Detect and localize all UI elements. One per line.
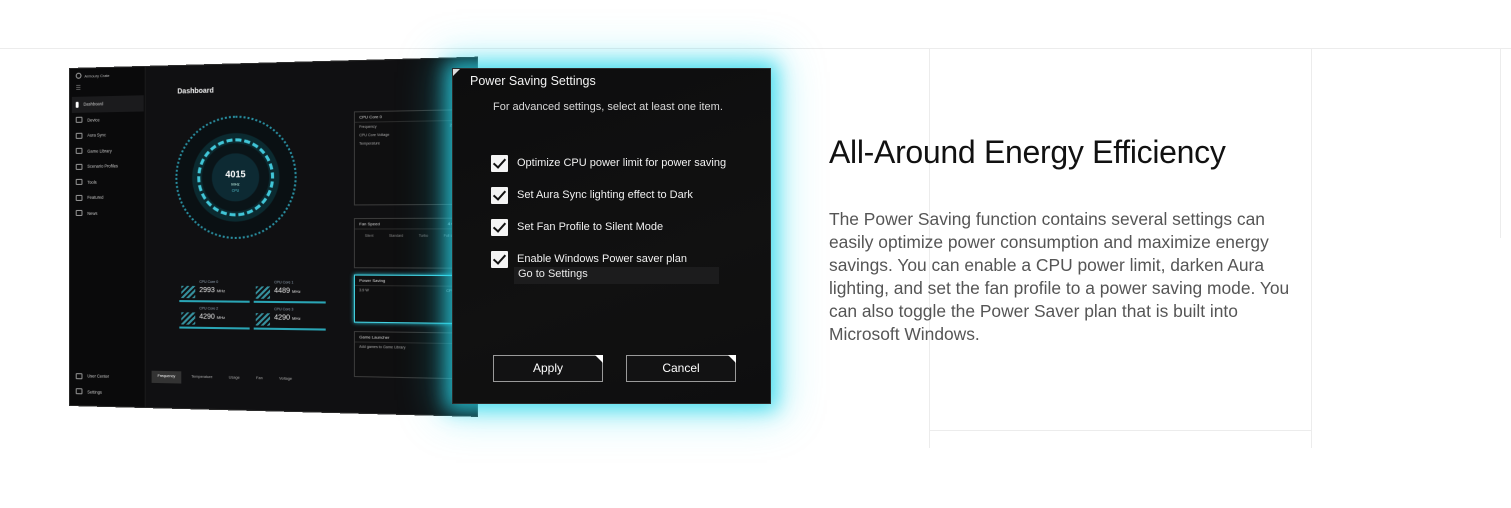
cpu-gauge-value: 4015 [225, 169, 246, 180]
fan-mode-standard[interactable]: Standard [389, 234, 403, 238]
option-label: Set Aura Sync lighting effect to Dark [517, 189, 693, 201]
core-label: CPU Core 2 [199, 306, 219, 311]
core-value: 2993 MHz [199, 286, 226, 295]
description: The Power Saving function contains sever… [829, 209, 1290, 344]
tag-icon [75, 194, 83, 201]
core-value: 4290 MHz [199, 313, 226, 321]
checkbox-checked[interactable] [491, 154, 508, 172]
option-cpu-power-limit[interactable]: Optimize CPU power limit for power savin… [491, 147, 751, 179]
cpu-gauge-unit: MHz [231, 181, 240, 187]
app-brand-name: Armoury Crate [84, 72, 110, 79]
tab-usage[interactable]: Usage [223, 372, 246, 385]
option-fan-silent[interactable]: Set Fan Profile to Silent Mode [491, 211, 751, 243]
cpu-gauge-label: CPU [231, 188, 240, 193]
option-label: Set Fan Profile to Silent Mode [517, 221, 664, 233]
fan-mode-turbo[interactable]: Turbo [419, 234, 428, 238]
fan-mode-silent[interactable]: Silent [365, 234, 374, 238]
option-label: Optimize CPU power limit for power savin… [517, 157, 727, 169]
gear-icon [75, 388, 83, 395]
sidebar-item-label: Dashboard [83, 101, 104, 107]
option-list: Optimize CPU power limit for power savin… [491, 147, 751, 275]
core-label: CPU Core 0 [199, 279, 219, 285]
core-item: CPU Core 0 2993 MHz [179, 279, 250, 303]
user-icon [75, 372, 83, 380]
sidebar-item-label: Tools [87, 179, 97, 185]
core-bars-icon [255, 313, 271, 326]
background-line [929, 430, 1311, 431]
sidebar-item-label: Game Library [87, 148, 112, 154]
hamburger-icon[interactable]: ☰ [76, 85, 81, 92]
core-item: CPU Core 2 4290 MHz [179, 306, 250, 330]
info-icon [75, 101, 79, 108]
sidebar-item-tools[interactable]: Tools [72, 174, 144, 190]
option-aura-dark[interactable]: Set Aura Sync lighting effect to Dark [491, 179, 751, 211]
core-value: 4290 MHz [274, 314, 301, 322]
sidebar-nav: Dashboard Device Aura Sync Game Library … [71, 95, 144, 221]
sidebar-item-dashboard[interactable]: Dashboard [71, 95, 144, 113]
sidebar-item-label: News [87, 210, 98, 216]
news-icon [75, 210, 83, 217]
headline: All-Around Energy Efficiency [829, 134, 1226, 170]
tab-frequency[interactable]: Frequency [151, 370, 182, 384]
checkbox-checked[interactable] [491, 218, 508, 236]
metric-tabs: Frequency Temperature Usage Fan Voltage [151, 370, 376, 388]
aura-icon [75, 132, 83, 139]
sidebar-item-label: Scenario Profiles [87, 163, 118, 170]
tools-icon [75, 179, 83, 186]
app-screenshot: Armoury Crate ☰ Dashboard Device Aura Sy… [60, 56, 480, 420]
checkbox-checked[interactable] [491, 186, 508, 204]
sidebar-item-news[interactable]: News [72, 205, 144, 221]
app-sidebar: Armoury Crate ☰ Dashboard Device Aura Sy… [69, 66, 146, 408]
app-window: Armoury Crate ☰ Dashboard Device Aura Sy… [69, 56, 478, 417]
sidebar-item-featured[interactable]: Featured [72, 189, 144, 205]
library-icon [75, 148, 83, 155]
cancel-button[interactable]: Cancel [626, 355, 736, 382]
core-item: CPU Core 1 4489 MHz [253, 280, 326, 304]
sidebar-item-label: Settings [87, 389, 102, 395]
sidebar-item-label: Featured [87, 195, 104, 201]
page-title: Dashboard [177, 87, 214, 96]
sidebar-item-label: Aura Sync [87, 132, 106, 138]
core-label: CPU Core 3 [274, 307, 294, 312]
tab-temperature[interactable]: Temperature [185, 371, 218, 384]
sidebar-item-aura-sync[interactable]: Aura Sync [72, 127, 144, 144]
tab-fan[interactable]: Fan [250, 373, 269, 386]
profiles-icon [75, 163, 83, 170]
sidebar-item-device[interactable]: Device [72, 111, 144, 128]
sidebar-item-scenario-profiles[interactable]: Scenario Profiles [72, 158, 144, 174]
sidebar-item-label: User Center [87, 373, 110, 380]
checkbox-checked[interactable] [491, 250, 508, 268]
sidebar-item-game-library[interactable]: Game Library [72, 142, 144, 159]
sidebar-bottom: User Center Settings [72, 368, 144, 401]
background-line [1311, 48, 1312, 448]
background-line [0, 48, 1511, 49]
logo-icon [75, 72, 82, 79]
sidebar-item-label: Device [87, 117, 100, 123]
tab-voltage[interactable]: Voltage [273, 373, 298, 386]
app-brand: Armoury Crate [75, 72, 110, 79]
device-icon [75, 116, 83, 124]
apply-button[interactable]: Apply [493, 355, 603, 382]
dialog-title: Power Saving Settings [470, 74, 596, 88]
power-saving-dialog: Power Saving Settings For advanced setti… [452, 68, 771, 404]
go-to-settings-link[interactable]: Go to Settings [514, 267, 719, 284]
core-bars-icon [181, 312, 196, 325]
core-bars-icon [181, 285, 196, 299]
core-list: CPU Core 0 2993 MHz CPU Core 1 4489 MHz … [179, 279, 332, 331]
sidebar-item-settings[interactable]: Settings [72, 384, 144, 401]
core-bars-icon [255, 286, 271, 299]
core-item: CPU Core 3 4290 MHz [253, 306, 326, 331]
dialog-subtitle: For advanced settings, select at least o… [493, 101, 723, 113]
core-value: 4489 MHz [274, 287, 301, 295]
background-line [1500, 48, 1501, 238]
sidebar-item-user-center[interactable]: User Center [72, 368, 144, 385]
option-label: Enable Windows Power saver plan [517, 253, 687, 265]
core-label: CPU Core 1 [274, 280, 294, 285]
